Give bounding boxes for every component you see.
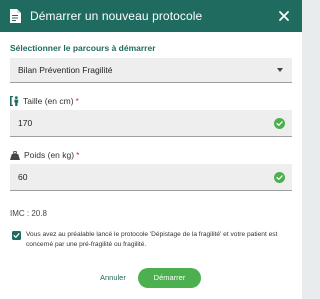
chevron-down-icon — [277, 68, 283, 72]
document-icon — [9, 9, 21, 23]
check-icon — [13, 233, 20, 238]
poids-input[interactable]: 60 — [10, 164, 292, 191]
height-icon — [10, 96, 19, 106]
weight-icon — [10, 150, 20, 160]
taille-value: 170 — [18, 118, 33, 128]
poids-label-text: Poids (en kg) — [24, 150, 75, 160]
parcours-selected-value: Bilan Prévention Fragilité — [18, 65, 113, 75]
start-protocol-dialog: Démarrer un nouveau protocole Sélectionn… — [0, 0, 302, 299]
imc-value: IMC : 20.8 — [10, 209, 47, 218]
taille-input[interactable]: 170 — [10, 110, 292, 137]
dialog-actions: Annuler Démarrer — [0, 268, 302, 288]
close-icon[interactable] — [277, 9, 291, 23]
taille-label: Taille (en cm) * — [10, 96, 292, 106]
poids-value: 60 — [18, 172, 28, 182]
parcours-select[interactable]: Bilan Prévention Fragilité — [10, 58, 292, 83]
check-circle-icon — [274, 171, 285, 183]
dialog-title: Démarrer un nouveau protocole — [30, 9, 203, 23]
poids-label: Poids (en kg) * — [10, 150, 292, 160]
consent-text: Vous avez au préalable lancé le protocol… — [26, 231, 278, 248]
parcours-label: Sélectionner le parcours à démarrer — [10, 43, 156, 53]
required-mark: * — [76, 150, 80, 160]
dialog-header: Démarrer un nouveau protocole — [0, 0, 302, 32]
start-button[interactable]: Démarrer — [138, 268, 201, 288]
consent-checkbox[interactable] — [12, 231, 21, 240]
check-circle-icon — [274, 117, 285, 129]
dialog-body: Sélectionner le parcours à démarrer Bila… — [0, 43, 302, 250]
cancel-button[interactable]: Annuler — [100, 268, 126, 288]
taille-label-text: Taille (en cm) — [23, 96, 74, 106]
consent-row: Vous avez au préalable lancé le protocol… — [10, 230, 292, 250]
required-mark: * — [75, 96, 79, 106]
